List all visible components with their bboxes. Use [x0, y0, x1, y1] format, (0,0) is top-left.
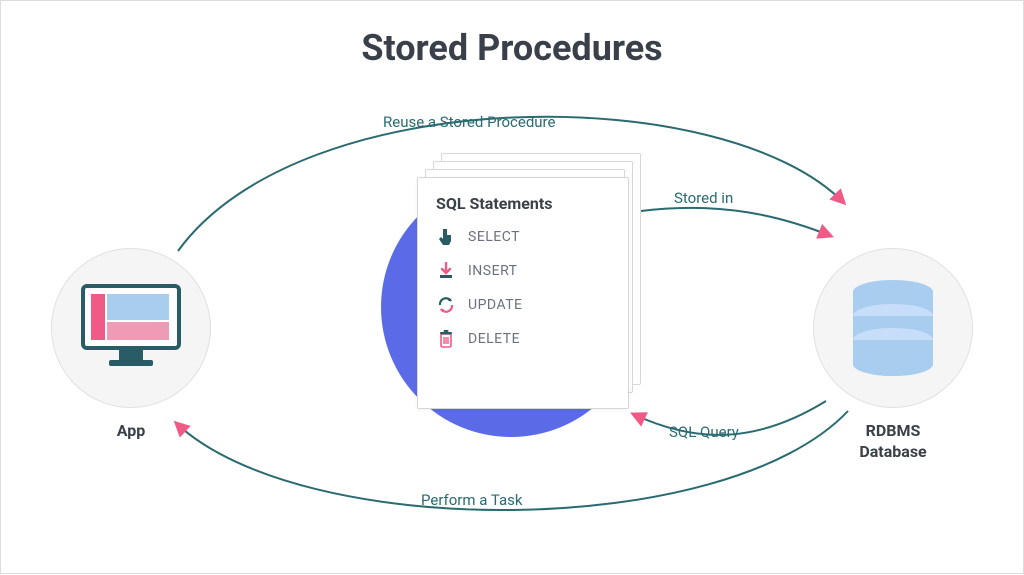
- edge-query-label: SQL Query: [669, 423, 739, 441]
- db-node: [813, 248, 973, 408]
- edge-reuse-label: Reuse a Stored Procedure: [383, 113, 555, 131]
- app-node: [51, 248, 211, 408]
- stmt-select-text: SELECT: [468, 229, 520, 245]
- app-label: App: [51, 421, 211, 440]
- edge-stored-label: Stored in: [674, 189, 733, 207]
- stmt-insert: INSERT: [436, 261, 610, 281]
- stmt-update: UPDATE: [436, 295, 610, 315]
- stmt-select: SELECT: [436, 227, 610, 247]
- diagram-title: Stored Procedures: [1, 27, 1023, 69]
- trash-icon: [436, 329, 456, 349]
- edge-task-label: Perform a Task: [421, 491, 522, 509]
- db-label: RDBMSDatabase: [813, 421, 973, 463]
- pointer-icon: [436, 227, 456, 247]
- database-icon: [849, 278, 937, 378]
- stmt-insert-text: INSERT: [468, 263, 518, 279]
- computer-icon: [79, 282, 183, 374]
- stmt-update-text: UPDATE: [468, 297, 523, 313]
- stmt-delete-text: DELETE: [468, 331, 520, 347]
- card-title: SQL Statements: [436, 194, 610, 213]
- refresh-icon: [436, 295, 456, 315]
- sql-statements-card: SQL Statements SELECT INSERT UPDATE: [417, 177, 629, 409]
- stmt-delete: DELETE: [436, 329, 610, 349]
- download-icon: [436, 261, 456, 281]
